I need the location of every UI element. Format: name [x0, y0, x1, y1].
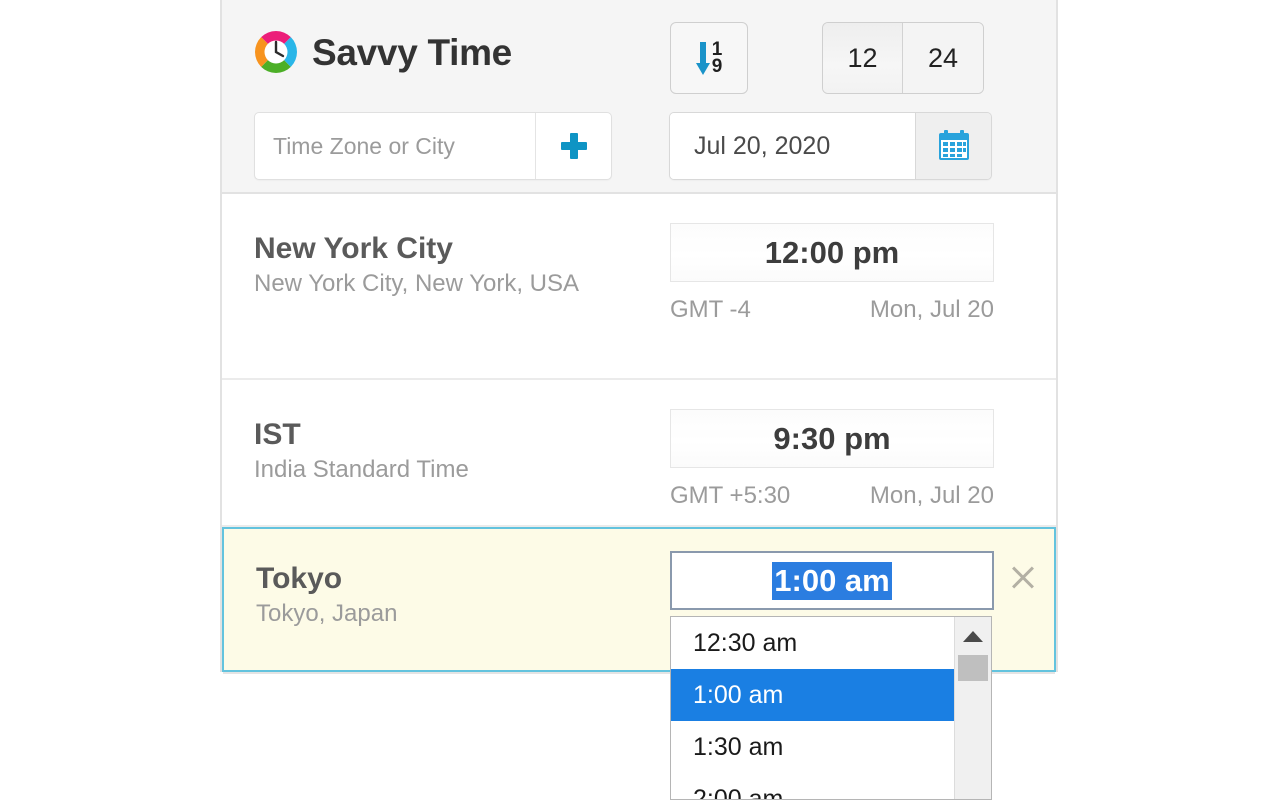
plus-icon: [561, 133, 587, 159]
zone-time-block: 12:00 pm GMT -4 Mon, Jul 20: [670, 223, 994, 324]
list-item[interactable]: 2:00 am: [671, 773, 954, 800]
zone-time-block: 9:30 pm GMT +5:30 Mon, Jul 20: [670, 409, 994, 510]
zone-date: Mon, Jul 20: [870, 296, 994, 324]
zone-info: New York City New York City, New York, U…: [254, 234, 579, 304]
savvy-time-app: Savvy Time 1 9 12 24: [0, 0, 1280, 800]
gmt-offset: GMT +5:30: [670, 482, 790, 510]
timezone-search: [254, 112, 612, 180]
triangle-up-icon[interactable]: [963, 631, 983, 642]
zone-subtitle: India Standard Time: [254, 450, 469, 490]
time-value: 12:00 pm: [765, 235, 899, 271]
time-format-toggle: 12 24: [822, 22, 984, 94]
list-item[interactable]: 12:30 am: [671, 617, 954, 669]
savvy-time-clock-logo-icon: [252, 28, 300, 76]
format-12-button[interactable]: 12: [823, 23, 903, 93]
list-item[interactable]: 1:30 am: [671, 721, 954, 773]
sort-ascending-icon: [696, 40, 710, 76]
app-header: Savvy Time 1 9 12 24: [222, 0, 1056, 194]
zone-subtitle: New York City, New York, USA: [254, 264, 579, 304]
search-input[interactable]: [255, 113, 535, 179]
time-select[interactable]: 12:00 pm: [670, 223, 994, 282]
date-input[interactable]: [670, 113, 915, 179]
time-converter-panel: Savvy Time 1 9 12 24: [220, 0, 1058, 672]
time-select[interactable]: 9:30 pm: [670, 409, 994, 468]
time-options-dropdown: 12:30 am 1:00 am 1:30 am 2:00 am: [670, 616, 992, 800]
zone-info: IST India Standard Time: [254, 420, 469, 490]
dropdown-scrollbar[interactable]: [954, 617, 991, 799]
brand: Savvy Time: [252, 28, 512, 76]
calendar-button[interactable]: [915, 113, 991, 179]
zone-time-block: 1:00 am: [670, 551, 994, 610]
sort-digit-bottom: 9: [712, 58, 723, 75]
gmt-offset: GMT -4: [670, 296, 751, 324]
dropdown-list: 12:30 am 1:00 am 1:30 am 2:00 am: [671, 617, 954, 799]
zone-info: Tokyo Tokyo, Japan: [256, 564, 397, 634]
sort-button[interactable]: 1 9: [670, 22, 748, 94]
zone-date: Mon, Jul 20: [870, 482, 994, 510]
page-title: Savvy Time: [312, 34, 512, 71]
sort-digits: 1 9: [712, 41, 723, 75]
time-value: 9:30 pm: [773, 421, 890, 457]
zone-name: IST: [254, 420, 469, 450]
zone-meta: GMT -4 Mon, Jul 20: [670, 282, 994, 324]
scrollbar-thumb[interactable]: [958, 655, 988, 681]
zone-name: Tokyo: [256, 564, 397, 594]
time-input-value: 1:00 am: [772, 562, 891, 600]
list-item-selected[interactable]: 1:00 am: [671, 669, 954, 721]
table-row: IST India Standard Time 9:30 pm GMT +5:3…: [222, 380, 1056, 527]
date-picker: [669, 112, 992, 180]
zone-meta: GMT +5:30 Mon, Jul 20: [670, 468, 994, 510]
close-icon[interactable]: [1006, 561, 1040, 595]
time-input-open[interactable]: 1:00 am: [670, 551, 994, 610]
add-timezone-button[interactable]: [535, 113, 611, 179]
table-row: New York City New York City, New York, U…: [222, 194, 1056, 380]
zone-subtitle: Tokyo, Japan: [256, 594, 397, 634]
format-24-button[interactable]: 24: [903, 23, 983, 93]
zone-name: New York City: [254, 234, 579, 264]
calendar-icon: [937, 128, 971, 165]
